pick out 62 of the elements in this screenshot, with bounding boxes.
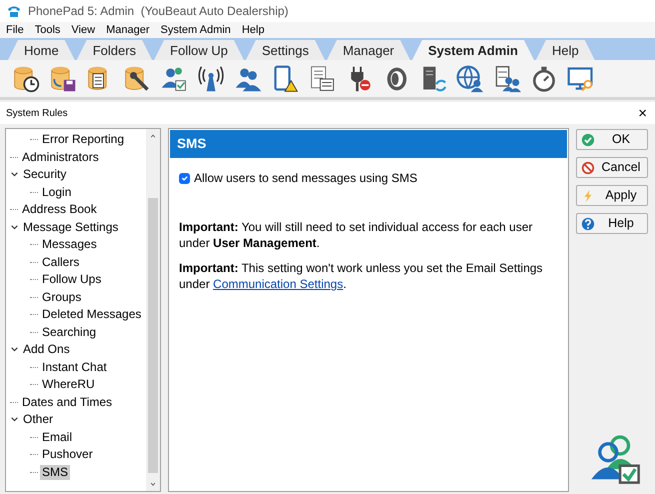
users-check-icon[interactable] — [160, 64, 188, 92]
tree-item[interactable]: Follow Ups — [40, 272, 104, 288]
antenna-icon[interactable] — [197, 64, 225, 92]
panel-heading: SMS — [170, 130, 567, 158]
tree-item[interactable]: Callers — [40, 254, 82, 270]
menu-item[interactable]: System Admin — [160, 22, 231, 38]
database-save-icon[interactable] — [49, 64, 77, 92]
tree-item[interactable]: Other — [21, 412, 56, 428]
tree-item[interactable]: Messages — [40, 237, 99, 252]
tree-item[interactable]: Add Ons — [21, 342, 72, 358]
scroll-thumb[interactable] — [148, 198, 158, 473]
database-clock-icon[interactable] — [12, 64, 40, 92]
chevron-icon[interactable] — [10, 222, 19, 232]
documents-icon[interactable] — [308, 64, 336, 92]
tab[interactable]: Home — [8, 40, 75, 60]
checkbox-label[interactable]: Allow users to send messages using SMS — [194, 169, 418, 188]
tree-item[interactable]: Deleted Messages — [40, 307, 144, 322]
tree-item[interactable]: Error Reporting — [40, 132, 126, 148]
important-note: Important: This setting won't work unless you set the Email Settings under Communication Settings. — [179, 260, 544, 292]
dialog-title: System Rules — [6, 106, 68, 120]
help-icon — [581, 216, 595, 230]
monitor-search-icon[interactable] — [567, 64, 595, 92]
tab[interactable]: Manager — [326, 40, 410, 60]
tree-item[interactable]: Message Settings — [21, 220, 120, 235]
menu-item[interactable]: Help — [242, 22, 264, 38]
tab[interactable]: System Admin — [412, 40, 534, 60]
scrollbar[interactable] — [146, 129, 160, 491]
close-button[interactable]: × — [636, 106, 649, 120]
check-circle-icon — [581, 132, 595, 146]
checkbox[interactable] — [179, 172, 190, 184]
tree-item[interactable]: Email — [40, 430, 74, 445]
tree-item[interactable]: Groups — [40, 290, 84, 305]
tab[interactable]: Folders — [76, 40, 152, 60]
tab[interactable]: Help — [536, 40, 595, 60]
important-note: Important: You will still need to set individual access for each user under User Management. — [179, 219, 534, 252]
ok-button[interactable]: OK — [576, 129, 648, 150]
menu-item[interactable]: View — [71, 22, 96, 38]
tab[interactable]: Follow Up — [154, 40, 244, 60]
tree-item[interactable]: Instant Chat — [40, 360, 109, 375]
tab[interactable]: Settings — [246, 40, 325, 60]
tree-item[interactable]: Pushover — [40, 447, 95, 462]
tree-item[interactable]: Administrators — [20, 150, 101, 165]
link[interactable]: Communication Settings — [213, 277, 344, 292]
database-wrench-icon[interactable] — [123, 64, 151, 92]
tree-item[interactable]: Searching — [40, 324, 98, 340]
menu-item[interactable]: File — [6, 22, 24, 38]
cancel-button[interactable]: Cancel — [576, 157, 648, 178]
stopwatch-icon[interactable] — [530, 64, 558, 92]
globe-user-icon[interactable] — [456, 64, 484, 92]
tree-item[interactable]: Login — [40, 184, 74, 200]
help-button[interactable]: Help — [576, 213, 648, 234]
tree-item[interactable]: WhereRU — [40, 377, 97, 392]
window-title: PhonePad 5: Admin (YouBeaut Auto Dealership) — [28, 3, 288, 20]
prohibited-icon — [581, 160, 595, 174]
tree-item[interactable]: Security — [21, 167, 68, 182]
menu-item[interactable]: Manager — [106, 22, 150, 38]
menu-item[interactable]: Tools — [34, 22, 60, 38]
apply-button[interactable]: Apply — [576, 185, 648, 206]
server-users-icon[interactable] — [493, 64, 521, 92]
tree-item[interactable]: SMS — [40, 464, 70, 480]
tree-item[interactable]: Address Book — [20, 202, 99, 218]
tree-item[interactable]: Dates and Times — [20, 394, 114, 410]
